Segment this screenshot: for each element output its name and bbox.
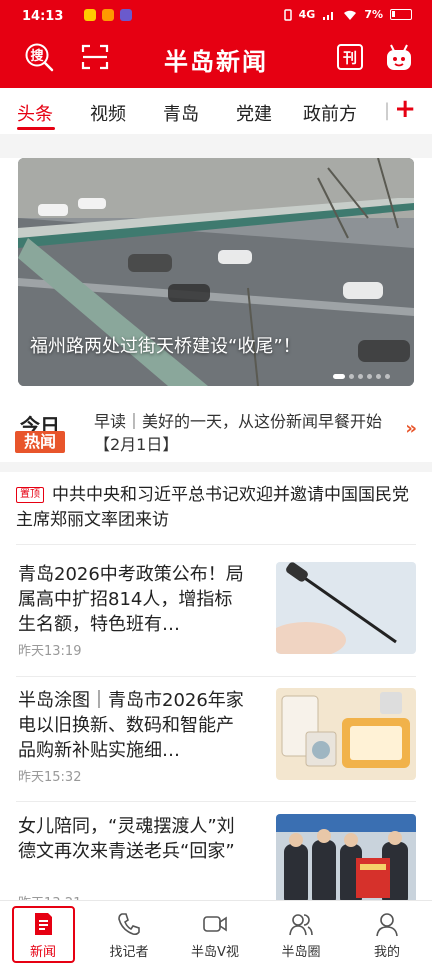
- add-channel-button[interactable]: +: [394, 94, 416, 124]
- system-status: 4G 7%: [283, 8, 412, 21]
- channel-tabs: 头条 视频 青岛 党建 政前方 | +: [0, 88, 432, 134]
- app-logo: 半岛新闻: [164, 47, 268, 76]
- pinned-badge: 置顶: [16, 487, 44, 503]
- tab-active-indicator: [17, 127, 55, 130]
- tab-qingdao[interactable]: 青岛: [163, 100, 199, 126]
- hot-badge: 热闻: [15, 431, 65, 453]
- hero-caption: 福州路两处过街天桥建设“收尾”！: [30, 336, 301, 357]
- news-item[interactable]: 半岛涂图｜青岛市2026年家电以旧换新、数码和智能产品购新补贴实施细… 昨天15…: [0, 674, 432, 802]
- divider: [0, 462, 432, 472]
- carousel-dot: [349, 374, 354, 379]
- battery-icon: [390, 9, 412, 20]
- news-time: 昨天15:32: [18, 770, 82, 785]
- vibrate-icon: [283, 8, 292, 21]
- news-title: 青岛2026中考政策公布！局属高中扩招814人，增指标生名额，特色班有…: [18, 564, 244, 635]
- video-icon: [203, 916, 227, 932]
- nav-label: 找记者: [109, 945, 149, 960]
- active-nav-highlight: [12, 906, 75, 963]
- app-notification-icon: [84, 9, 96, 21]
- crown-icon: [102, 9, 114, 21]
- carousel-dot: [367, 374, 372, 379]
- header: 14:13 4G 7% 搜 半岛新闻 刊: [0, 0, 432, 88]
- news-title: 女儿陪同，“灵魂摆渡人”刘德文再次来青送老兵“回家”: [18, 816, 235, 862]
- app-bar: 搜 半岛新闻 刊: [0, 30, 432, 88]
- pinned-title: 中共中央和习近平总书记欢迎并邀请中国国民党主席郑丽文率团来访: [16, 485, 409, 530]
- tab-video[interactable]: 视频: [90, 100, 126, 126]
- double-chevron-icon[interactable]: »: [405, 418, 417, 439]
- carousel-dot: [358, 374, 363, 379]
- tab-politics[interactable]: 政前方: [303, 100, 357, 126]
- news-title: 半岛涂图｜青岛市2026年家电以旧换新、数码和智能产品购新补贴实施细…: [18, 690, 244, 761]
- tab-headline[interactable]: 头条: [17, 100, 53, 126]
- pinned-article[interactable]: 置顶 中共中央和习近平总书记欢迎并邀请中国国民党主席郑丽文率团来访: [16, 483, 416, 533]
- divider: [16, 544, 416, 545]
- people-icon: [289, 914, 313, 936]
- mascot-icon[interactable]: [384, 42, 414, 72]
- today-brief-text: 早读｜美好的一天，从这份新闻早餐开始【2月1日】: [94, 412, 383, 454]
- carousel-dots: [333, 374, 390, 379]
- signal-icon: [323, 11, 334, 20]
- news-thumbnail: [276, 814, 416, 906]
- network-label: 4G: [298, 8, 316, 21]
- hero-banner[interactable]: 福州路两处过街天桥建设“收尾”！: [18, 158, 414, 386]
- nav-label: 半岛圈: [281, 945, 321, 960]
- app-screen: 14:13 4G 7% 搜 半岛新闻 刊 头条 视频 青岛 党建 政前方 + 福…: [0, 0, 432, 964]
- tab-party[interactable]: 党建: [236, 100, 272, 126]
- divider: [0, 134, 432, 158]
- profile-icon: [376, 913, 398, 937]
- status-time: 14:13: [22, 9, 64, 24]
- epaper-icon[interactable]: 刊: [335, 42, 365, 72]
- status-bar: 14:13 4G 7%: [0, 0, 432, 30]
- carousel-dot: [333, 374, 345, 379]
- wifi-icon: [344, 10, 357, 20]
- nav-label: 半岛V视: [191, 945, 239, 960]
- nav-video[interactable]: 半岛V视: [172, 901, 258, 964]
- nav-circle[interactable]: 半岛圈: [258, 901, 344, 964]
- svg-text:刊: 刊: [343, 51, 357, 67]
- phone-icon: [118, 913, 140, 936]
- news-item[interactable]: 青岛2026中考政策公布！局属高中扩招814人，增指标生名额，特色班有… 昨天1…: [0, 548, 432, 676]
- news-thumbnail: [276, 562, 416, 654]
- nav-find-reporter[interactable]: 找记者: [86, 901, 172, 964]
- battery-percent: 7%: [364, 8, 383, 21]
- news-thumbnail: [276, 688, 416, 780]
- carousel-dot: [385, 374, 390, 379]
- nav-label: 我的: [373, 945, 400, 960]
- nav-profile[interactable]: 我的: [344, 901, 430, 964]
- today-brief[interactable]: 今日 热闻 早读｜美好的一天，从这份新闻早餐开始【2月1日】 »: [0, 396, 432, 460]
- carousel-dot: [376, 374, 381, 379]
- play-icon: [120, 9, 132, 21]
- notification-icons: [84, 9, 132, 21]
- news-time: 昨天13:19: [18, 644, 82, 659]
